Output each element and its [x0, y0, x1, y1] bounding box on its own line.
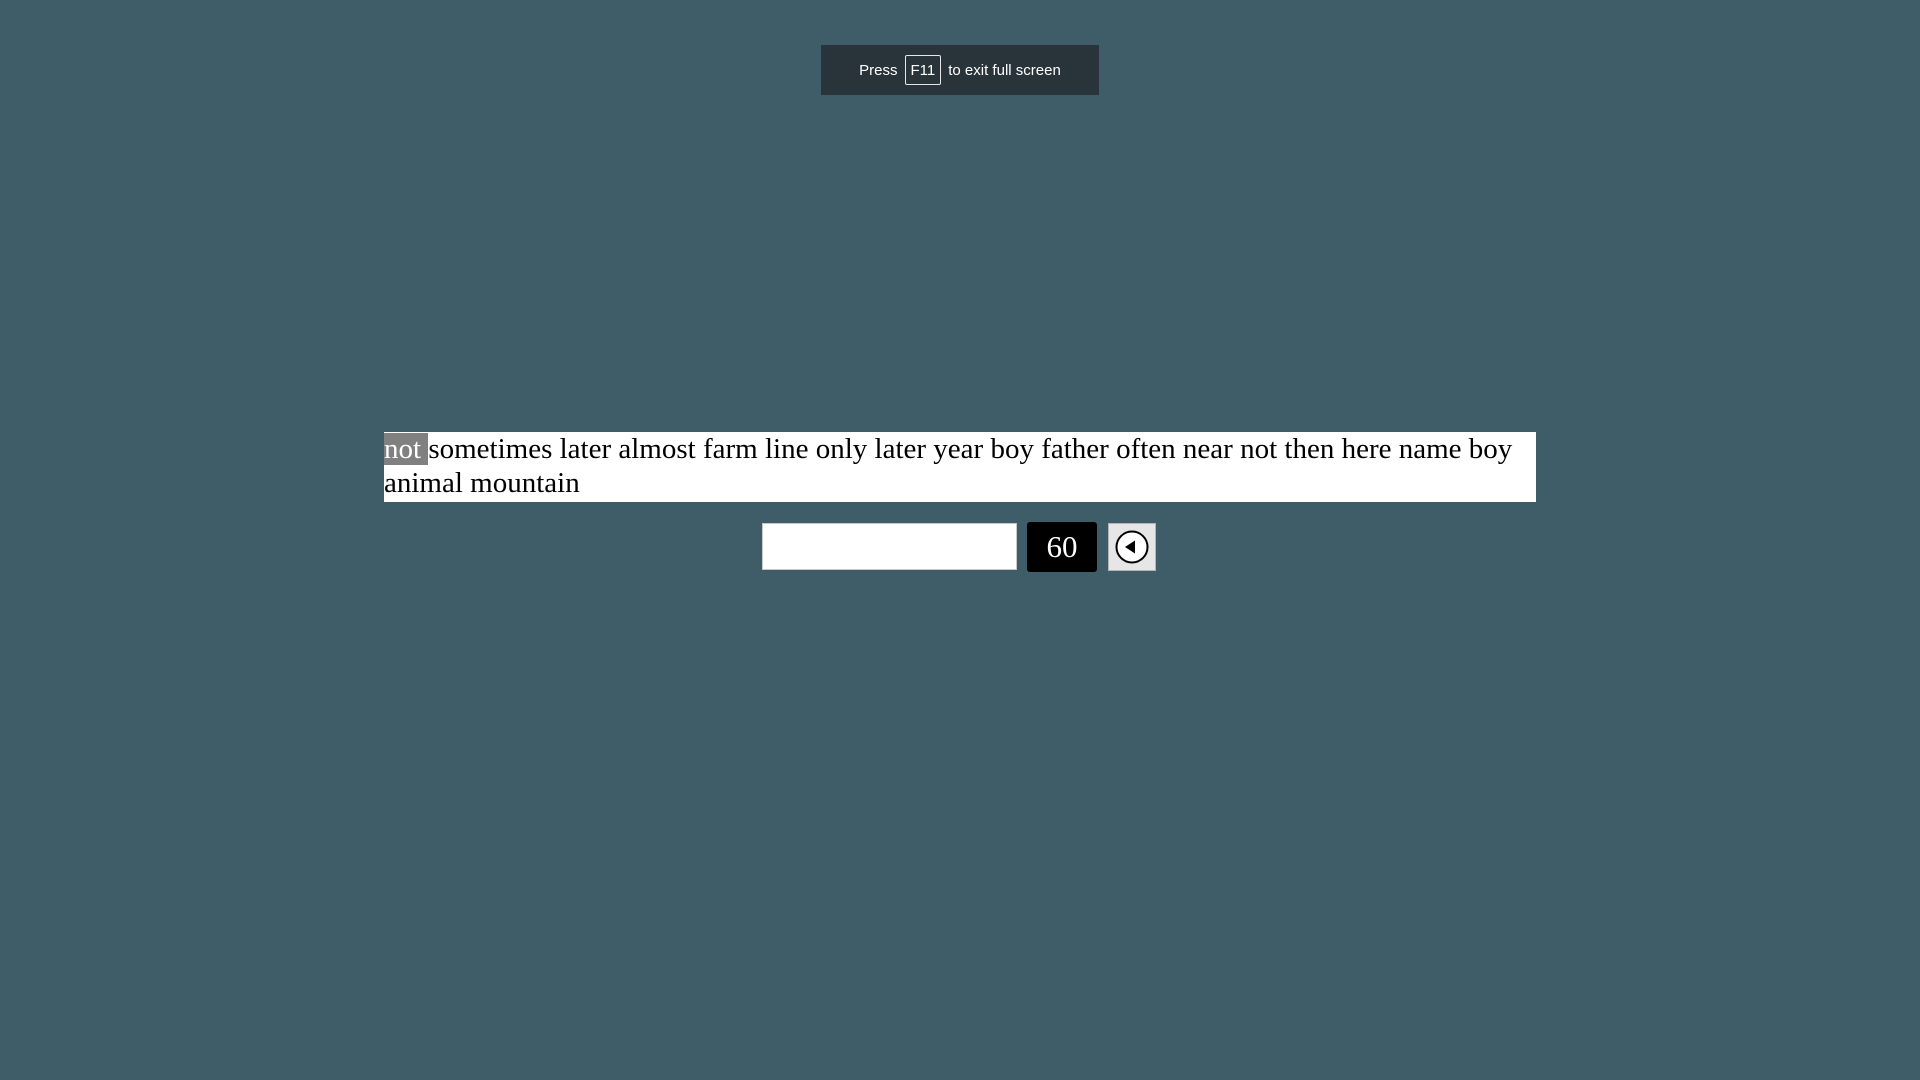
fullscreen-notice-suffix: to exit full screen	[948, 61, 1061, 79]
word-item: later	[874, 433, 934, 465]
word-item: not	[1240, 433, 1285, 465]
word-item: here	[1341, 433, 1399, 465]
word-item: animal	[384, 467, 471, 499]
f11-key-badge: F11	[904, 55, 942, 85]
fullscreen-notice-prefix: Press	[859, 61, 898, 79]
word-item: often	[1116, 433, 1183, 465]
countdown-timer: 60	[1027, 522, 1097, 572]
word-item: year	[933, 433, 991, 465]
word-item: boy	[990, 433, 1042, 465]
restart-button[interactable]	[1108, 523, 1156, 571]
fullscreen-notice: Press F11 to exit full screen	[821, 45, 1099, 95]
word-item: near	[1182, 433, 1241, 465]
word-item: only	[815, 433, 875, 465]
word-item: boy	[1468, 433, 1513, 465]
word-display: not sometimes later almost farm line onl…	[384, 432, 1536, 502]
word-item: father	[1041, 433, 1117, 465]
word-item: later	[559, 433, 619, 465]
word-item: not	[384, 433, 429, 465]
word-item: farm	[702, 433, 765, 465]
word-item: name	[1398, 433, 1469, 465]
word-item: then	[1284, 433, 1342, 465]
typing-input[interactable]	[762, 523, 1017, 570]
word-item: sometimes	[428, 433, 560, 465]
circle-left-arrow-icon	[1114, 529, 1150, 565]
word-item: almost	[618, 433, 703, 465]
word-item: line	[764, 433, 816, 465]
word-item: mountain	[470, 467, 580, 499]
